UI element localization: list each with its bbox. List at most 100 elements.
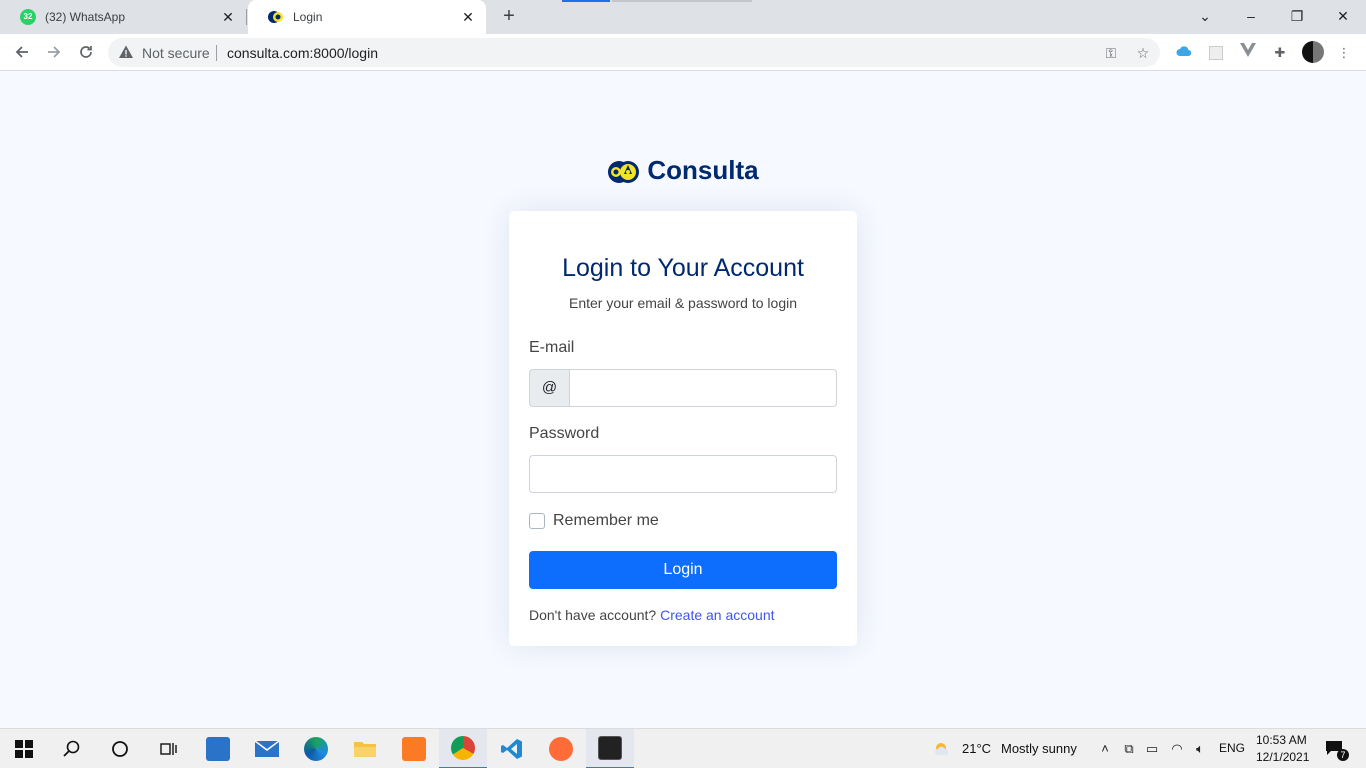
task-view-button[interactable] bbox=[144, 729, 192, 768]
battery-icon[interactable]: ▭ bbox=[1143, 740, 1161, 758]
search-icon bbox=[63, 740, 80, 757]
page-title: Login to Your Account bbox=[562, 254, 804, 282]
store-icon bbox=[206, 737, 230, 761]
key-icon[interactable]: ⚿ bbox=[1102, 44, 1120, 62]
tab-title: Login bbox=[293, 10, 323, 24]
tab-whatsapp[interactable]: 32 (32) WhatsApp ✕ bbox=[0, 0, 246, 34]
tab-login[interactable]: Login ✕ bbox=[248, 0, 486, 34]
taskbar-xampp[interactable] bbox=[390, 729, 438, 768]
signup-prompt: Don't have account? Create an account bbox=[529, 607, 775, 623]
forward-button[interactable] bbox=[42, 40, 66, 64]
tab-separator bbox=[246, 9, 247, 25]
mail-icon bbox=[254, 740, 280, 757]
at-sign-icon: @ bbox=[529, 369, 569, 407]
taskbar-store[interactable] bbox=[194, 729, 242, 768]
tab-search-button[interactable]: ⌄ bbox=[1193, 5, 1217, 27]
taskbar-file-explorer[interactable] bbox=[341, 729, 389, 768]
clock-date[interactable]: 12/1/2021 bbox=[1256, 750, 1309, 764]
search-button[interactable] bbox=[48, 729, 96, 768]
chrome-menu-icon[interactable]: ⋮ bbox=[1334, 43, 1354, 63]
reload-icon bbox=[80, 46, 92, 58]
whatsapp-icon: 32 bbox=[20, 9, 36, 25]
chrome-icon bbox=[451, 736, 475, 760]
terminal-icon bbox=[598, 736, 622, 760]
bookmark-star-icon[interactable]: ☆ bbox=[1134, 44, 1152, 62]
cortana-circle-icon bbox=[112, 741, 128, 757]
reload-button[interactable] bbox=[74, 40, 98, 64]
volume-icon[interactable]: 🔈︎ bbox=[1191, 740, 1209, 758]
edge-icon bbox=[304, 737, 328, 761]
meet-now-icon[interactable]: ⧉ bbox=[1120, 740, 1138, 758]
remember-checkbox[interactable] bbox=[529, 513, 545, 529]
xampp-icon bbox=[402, 737, 426, 761]
password-label: Password bbox=[529, 425, 600, 442]
windows-logo-icon bbox=[15, 740, 33, 758]
cortana-button[interactable] bbox=[96, 729, 144, 768]
language-indicator[interactable]: ENG bbox=[1219, 741, 1245, 755]
chevron-up-icon[interactable]: ˄ bbox=[1096, 740, 1114, 758]
signup-text: Don't have account? bbox=[529, 607, 657, 623]
url-text[interactable]: consulta.com:8000/login bbox=[227, 45, 378, 61]
task-view-icon bbox=[160, 743, 177, 755]
start-button[interactable] bbox=[0, 729, 48, 768]
arrow-right-icon bbox=[48, 46, 61, 58]
email-label: E-mail bbox=[529, 339, 575, 356]
taskbar-edge[interactable] bbox=[292, 729, 340, 768]
vscode-icon bbox=[501, 739, 522, 759]
consulta-favicon-icon bbox=[268, 11, 283, 23]
close-tab-icon[interactable]: ✕ bbox=[460, 9, 476, 25]
security-status[interactable]: Not secure bbox=[142, 45, 210, 61]
omnibox-divider bbox=[216, 45, 217, 61]
warning-icon bbox=[119, 45, 133, 58]
windows-taskbar: 21°C Mostly sunny ˄ ⧉ ▭ ◠ 🔈︎ ENG 10:53 A… bbox=[0, 728, 1366, 768]
clock-time[interactable]: 10:53 AM bbox=[1256, 733, 1307, 747]
sun-cloud-icon bbox=[935, 743, 949, 755]
postman-icon bbox=[549, 737, 573, 761]
extension-placeholder-icon bbox=[1209, 46, 1223, 60]
weather-temp[interactable]: 21°C bbox=[962, 741, 991, 756]
tab-group-indicator-inactive bbox=[612, 0, 752, 2]
taskbar-terminal[interactable] bbox=[586, 729, 634, 768]
arrow-left-icon bbox=[15, 46, 28, 58]
vue-devtools-icon[interactable] bbox=[1238, 43, 1258, 63]
browser-tab-strip: 32 (32) WhatsApp ✕ Login ✕ + ⌄ – ❐ ✕ bbox=[0, 0, 1366, 34]
restore-button[interactable]: ❐ bbox=[1285, 5, 1309, 27]
minimize-button[interactable]: – bbox=[1239, 5, 1263, 27]
profile-avatar[interactable] bbox=[1301, 41, 1325, 65]
create-account-link[interactable]: Create an account bbox=[660, 607, 774, 623]
extensions-puzzle-icon[interactable]: ✚ bbox=[1270, 43, 1290, 63]
cloud-extension-icon[interactable] bbox=[1174, 43, 1194, 63]
login-card: Login to Your Account Enter your email &… bbox=[509, 211, 857, 646]
tab-title: (32) WhatsApp bbox=[45, 10, 126, 24]
page-subtitle: Enter your email & password to login bbox=[569, 295, 797, 311]
taskbar-vscode[interactable] bbox=[488, 729, 536, 768]
brand-header[interactable]: Consulta bbox=[0, 155, 1366, 186]
new-tab-button[interactable]: + bbox=[498, 6, 520, 28]
address-bar[interactable]: Not secure consulta.com:8000/login ⚿ ☆ bbox=[108, 38, 1160, 67]
consulta-logo-icon bbox=[608, 160, 640, 183]
brand-name: Consulta bbox=[647, 155, 759, 185]
taskbar-chrome[interactable] bbox=[439, 729, 487, 768]
notification-badge: 7 bbox=[1337, 749, 1349, 761]
email-field[interactable] bbox=[569, 369, 837, 407]
remember-me[interactable]: Remember me bbox=[529, 511, 659, 531]
weather-text[interactable]: Mostly sunny bbox=[1001, 741, 1077, 756]
vue-icon bbox=[1240, 43, 1256, 57]
password-field[interactable] bbox=[529, 455, 837, 493]
email-input-group: @ bbox=[529, 369, 837, 407]
wifi-icon[interactable]: ◠ bbox=[1168, 740, 1186, 758]
folder-icon bbox=[354, 742, 376, 757]
weather-icon[interactable] bbox=[933, 740, 953, 758]
taskbar-postman[interactable] bbox=[537, 729, 585, 768]
login-button[interactable]: Login bbox=[529, 551, 837, 589]
blank-extension-icon[interactable] bbox=[1206, 43, 1226, 63]
back-button[interactable] bbox=[10, 40, 34, 64]
taskbar-mail[interactable] bbox=[243, 729, 291, 768]
tab-group-indicator bbox=[562, 0, 610, 2]
close-tab-icon[interactable]: ✕ bbox=[220, 9, 236, 25]
remember-label[interactable]: Remember me bbox=[553, 512, 659, 530]
cloud-icon bbox=[1176, 46, 1192, 57]
close-window-button[interactable]: ✕ bbox=[1331, 5, 1355, 27]
avatar bbox=[1302, 41, 1324, 63]
browser-toolbar: Not secure consulta.com:8000/login ⚿ ☆ ✚… bbox=[0, 34, 1366, 71]
